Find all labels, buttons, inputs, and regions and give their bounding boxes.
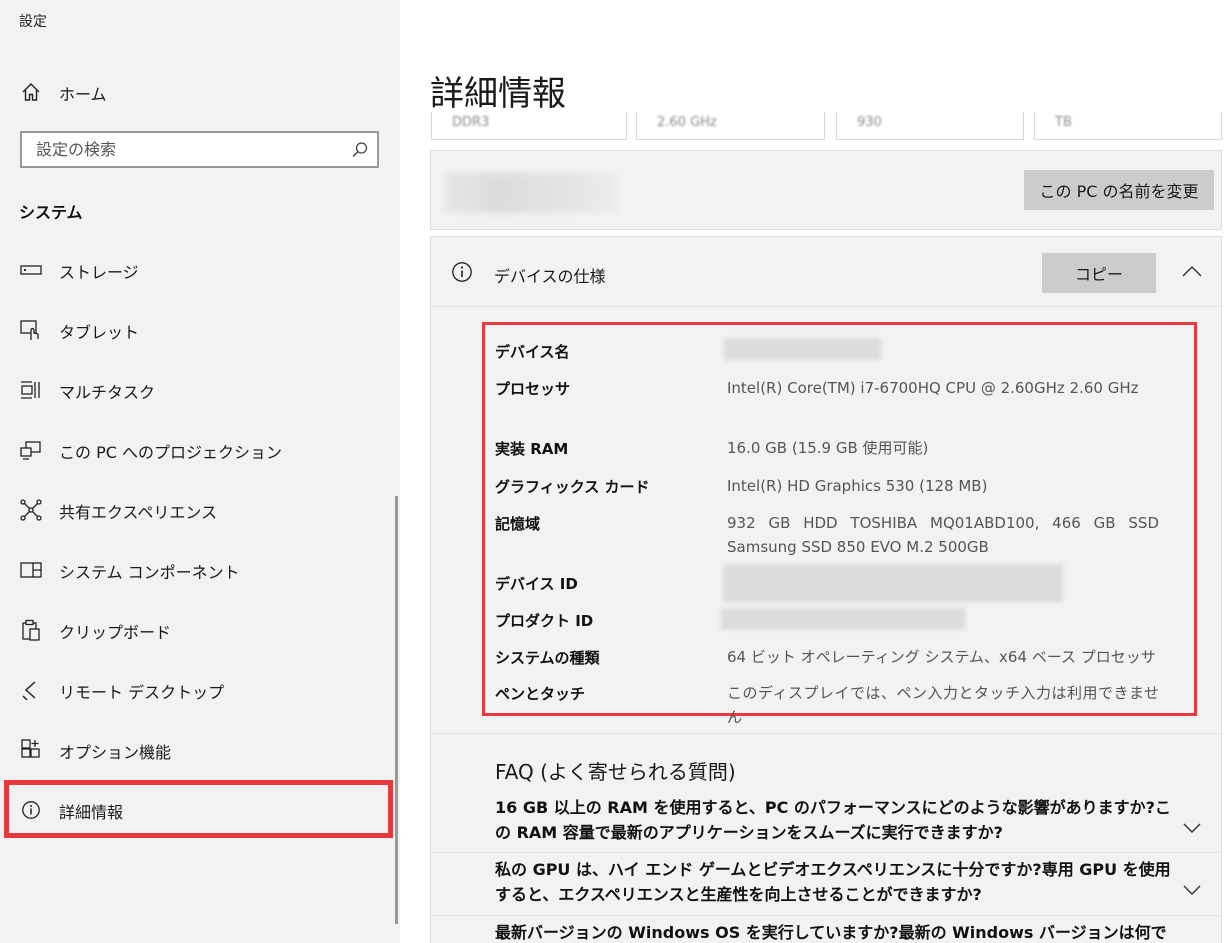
main-content: DDR3 2.60 GHz 930 TB この PC の名前を変更 デバイスの仕…: [400, 112, 1228, 943]
faq-section: FAQ (よく寄せられる質問) 16 GB 以上の RAM を使用すると、PC …: [431, 733, 1221, 943]
sidebar-item-label: システム コンポーネント: [59, 563, 240, 582]
chevron-up-icon[interactable]: [1182, 263, 1202, 277]
sidebar-item-label: ストレージ: [59, 263, 139, 282]
spec-label: デバイス名: [495, 343, 570, 361]
page-title: 詳細情報: [430, 74, 566, 114]
sidebar-item-storage[interactable]: ストレージ: [0, 248, 396, 292]
app-title: 設定: [19, 14, 47, 30]
spec-value: このディスプレイでは、ペン入力とタッチ入力は利用できません: [727, 684, 1159, 726]
faq-question: 16 GB 以上の RAM を使用すると、PC のパフォーマンスにどのような影響…: [495, 798, 1171, 842]
summary-card-value: 2.60 GHz: [657, 115, 717, 130]
spec-label: システムの種類: [495, 649, 600, 667]
sidebar-item-shared-experience[interactable]: 共有エクスペリエンス: [0, 488, 396, 532]
spec-label: 実装 RAM: [495, 440, 569, 458]
sidebar-item-system-components[interactable]: システム コンポーネント: [0, 548, 396, 592]
rename-panel: この PC の名前を変更: [430, 150, 1222, 230]
sidebar-item-home[interactable]: ホーム: [0, 70, 396, 114]
search-icon[interactable]: [351, 141, 369, 159]
sidebar-item-label: マルチタスク: [59, 383, 156, 402]
shared-experience-icon: [19, 499, 43, 521]
rename-pc-button[interactable]: この PC の名前を変更: [1024, 170, 1214, 210]
sidebar-item-label: タブレット: [59, 323, 140, 342]
clipboard-icon: [19, 619, 43, 641]
spec-value: 932 GB HDD TOSHIBA MQ01ABD100, 466 GB SS…: [727, 514, 1159, 556]
sidebar-item-remote-desktop[interactable]: リモート デスクトップ: [0, 668, 396, 712]
summary-card: 2.60 GHz: [636, 112, 825, 140]
sidebar: 設定 ホーム システム ストレージ タブレット マルチタスク: [0, 0, 400, 943]
device-spec-header[interactable]: デバイスの仕様 コピー: [431, 237, 1221, 307]
copy-button[interactable]: コピー: [1042, 253, 1156, 293]
spec-value: 64 ビット オペレーティング システム、x64 ベース プロセッサ: [727, 648, 1156, 666]
spec-value: 16.0 GB (15.9 GB 使用可能): [727, 439, 929, 457]
spec-label: 記憶域: [495, 515, 541, 533]
sidebar-item-projection[interactable]: この PC へのプロジェクション: [0, 428, 396, 472]
faq-item[interactable]: 16 GB 以上の RAM を使用すると、PC のパフォーマンスにどのような影響…: [431, 790, 1221, 853]
search-input[interactable]: [36, 140, 336, 159]
sidebar-item-multitask[interactable]: マルチタスク: [0, 368, 396, 412]
sidebar-item-label: リモート デスクトップ: [59, 683, 225, 702]
summary-card-value: 930: [857, 115, 882, 130]
chevron-down-icon[interactable]: [1183, 881, 1201, 895]
projection-icon: [19, 440, 43, 460]
spec-label: デバイス ID: [495, 575, 578, 593]
storage-icon: [19, 260, 43, 280]
spec-value: Intel(R) Core(TM) i7-6700HQ CPU @ 2.60GH…: [727, 379, 1139, 397]
sidebar-item-optional-features[interactable]: オプション機能: [0, 728, 396, 772]
device-spec-panel: デバイスの仕様 コピー デバイス名 プロセッサ Intel(R) Core(TM…: [430, 236, 1222, 943]
summary-card: DDR3: [431, 112, 627, 140]
sidebar-item-clipboard[interactable]: クリップボード: [0, 608, 396, 652]
sidebar-item-tablet[interactable]: タブレット: [0, 308, 396, 352]
faq-item[interactable]: 最新バージョンの Windows OS を実行していますか?最新の Window…: [431, 917, 1221, 943]
section-title: システム: [19, 203, 83, 222]
info-icon: [451, 261, 473, 283]
sidebar-item-label: この PC へのプロジェクション: [59, 443, 282, 462]
tablet-icon: [19, 320, 43, 340]
device-id-redacted: [723, 564, 1063, 602]
spec-label: プロセッサ: [495, 380, 571, 398]
summary-card: 930: [836, 112, 1024, 140]
spec-label: プロダクト ID: [495, 612, 594, 630]
product-id-redacted: [721, 608, 965, 630]
device-name-redacted: [724, 338, 881, 360]
faq-item[interactable]: 私の GPU は、ハイ エンド ゲームとビデオエクスペリエンスに十分ですか?専用…: [431, 854, 1221, 916]
sidebar-item-label: 共有エクスペリエンス: [59, 503, 218, 522]
spec-label: グラフィックス カード: [495, 478, 650, 496]
optional-features-icon: [19, 739, 43, 760]
home-icon: [19, 82, 43, 102]
spec-label: ペンとタッチ: [495, 685, 586, 703]
sidebar-item-label: クリップボード: [59, 623, 172, 642]
chevron-down-icon[interactable]: [1183, 819, 1201, 833]
pc-name-redacted: [445, 173, 617, 213]
summary-card-value: TB: [1055, 115, 1072, 130]
system-components-icon: [19, 560, 43, 580]
remote-desktop-icon: [19, 680, 43, 700]
sidebar-scrollbar[interactable]: [395, 496, 398, 924]
selected-item-highlight: [4, 780, 393, 838]
summary-card: TB: [1034, 112, 1222, 140]
sidebar-item-label: オプション機能: [59, 743, 172, 762]
device-spec-title: デバイスの仕様: [494, 267, 606, 286]
multitask-icon: [19, 380, 43, 400]
faq-question: 最新バージョンの Windows OS を実行していますか?最新の Window…: [495, 923, 1167, 942]
search-box[interactable]: [20, 131, 379, 168]
spec-value: Intel(R) HD Graphics 530 (128 MB): [727, 477, 988, 495]
summary-card-value: DDR3: [452, 115, 490, 130]
faq-title: FAQ (よく寄せられる質問): [495, 760, 736, 784]
sidebar-item-label: ホーム: [59, 85, 107, 104]
faq-question: 私の GPU は、ハイ エンド ゲームとビデオエクスペリエンスに十分ですか?専用…: [495, 860, 1171, 904]
